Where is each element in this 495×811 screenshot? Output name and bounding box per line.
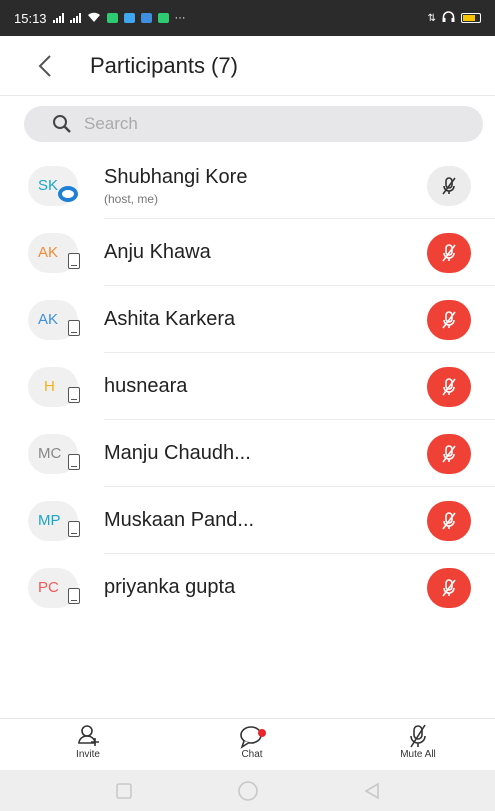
status-time: 15:13 xyxy=(14,10,47,26)
mute-button[interactable] xyxy=(427,567,471,608)
mute-button[interactable] xyxy=(427,433,471,474)
phone-icon xyxy=(68,386,80,403)
participant-name: Manju Chaudh... xyxy=(104,442,251,464)
participant-name: priyanka gupta xyxy=(104,576,236,598)
participant-row[interactable]: PC priyanka gupta xyxy=(0,554,495,621)
avatar: MP xyxy=(28,500,80,541)
phone-icon xyxy=(68,520,80,537)
status-bar: 15:13 ··· ⇅ xyxy=(0,0,495,36)
avatar-initials: AK xyxy=(38,311,59,328)
back-nav-icon[interactable] xyxy=(363,782,381,800)
mic-muted-icon xyxy=(442,310,456,328)
participant-name: Anju Khawa xyxy=(104,241,211,263)
participant-row[interactable]: MC Manju Chaudh... xyxy=(0,420,495,487)
mic-muted-icon xyxy=(442,511,456,529)
back-button[interactable] xyxy=(0,36,90,96)
mic-muted-icon xyxy=(410,724,426,748)
overflow-notifications: ··· xyxy=(174,12,186,24)
search-input[interactable]: Search xyxy=(24,106,483,142)
page-title: Participants (7) xyxy=(90,52,238,78)
signal-icon-2 xyxy=(69,13,81,23)
data-icon: ⇅ xyxy=(427,12,436,24)
avatar-initials: H xyxy=(44,378,55,395)
header: Participants (7) xyxy=(0,36,495,96)
chat-label: Chat xyxy=(241,749,263,760)
avatar: AK xyxy=(28,232,80,273)
avatar: AK xyxy=(28,299,80,340)
participant-name: Ashita Karkera xyxy=(104,308,236,330)
home-icon[interactable] xyxy=(237,780,259,802)
phone-icon xyxy=(68,453,80,470)
participant-role: (host, me) xyxy=(104,191,159,206)
search-icon xyxy=(52,112,84,136)
mic-muted-icon xyxy=(442,176,456,194)
mute-button[interactable] xyxy=(427,500,471,541)
chevron-left-icon xyxy=(38,54,51,77)
avatar: H xyxy=(28,366,80,407)
avatar: PC xyxy=(28,567,80,608)
add-person-icon xyxy=(78,725,99,746)
zoom-app-icon xyxy=(58,185,78,202)
app-notification-icon xyxy=(123,13,135,23)
chat-button[interactable]: Chat xyxy=(212,723,292,760)
avatar-initials: PC xyxy=(38,579,59,596)
recent-apps-icon[interactable] xyxy=(115,782,133,800)
avatar-initials: MC xyxy=(38,445,62,462)
avatar: SK xyxy=(28,165,78,206)
mute-all-label: Mute All xyxy=(400,749,436,760)
mute-button[interactable] xyxy=(427,366,471,407)
mute-all-button[interactable]: Mute All xyxy=(378,723,458,760)
phone-icon xyxy=(68,252,80,269)
mic-muted-icon xyxy=(442,377,456,395)
app-notification-icon xyxy=(157,13,169,23)
phone-icon xyxy=(68,319,80,336)
app-notification-icon xyxy=(140,13,152,23)
avatar-initials: MP xyxy=(38,512,61,529)
participant-name: Shubhangi Kore xyxy=(104,165,248,188)
wifi-icon xyxy=(87,11,101,26)
headset-icon xyxy=(442,10,455,26)
bottom-toolbar: Invite Chat Mute All xyxy=(0,718,495,770)
mute-button[interactable] xyxy=(427,232,471,273)
signal-icon xyxy=(52,13,64,23)
participant-list: SK Shubhangi Kore (host, me) AK Anju Kha… xyxy=(0,152,495,621)
unread-dot xyxy=(258,729,266,737)
app-notification-icon xyxy=(106,13,118,23)
participant-name: husneara xyxy=(104,375,188,397)
participant-name: Muskaan Pand... xyxy=(104,509,255,531)
participant-row[interactable]: MP Muskaan Pand... xyxy=(0,487,495,554)
mute-button[interactable] xyxy=(427,165,471,206)
participant-row[interactable]: SK Shubhangi Kore (host, me) xyxy=(0,152,495,219)
mute-button[interactable] xyxy=(427,299,471,340)
invite-button[interactable]: Invite xyxy=(48,723,128,760)
avatar-initials: AK xyxy=(38,244,59,261)
participant-row[interactable]: H husneara xyxy=(0,353,495,420)
mic-muted-icon xyxy=(442,243,456,261)
participant-row[interactable]: AK Ashita Karkera xyxy=(0,286,495,353)
battery-icon xyxy=(461,13,481,23)
participant-row[interactable]: AK Anju Khawa xyxy=(0,219,495,286)
phone-icon xyxy=(68,587,80,604)
mic-muted-icon xyxy=(442,578,456,596)
avatar: MC xyxy=(28,433,80,474)
system-nav-bar xyxy=(0,770,495,811)
mic-muted-icon xyxy=(442,444,456,462)
avatar-initials: SK xyxy=(38,177,59,194)
invite-label: Invite xyxy=(76,749,100,760)
search-placeholder: Search xyxy=(84,114,138,133)
